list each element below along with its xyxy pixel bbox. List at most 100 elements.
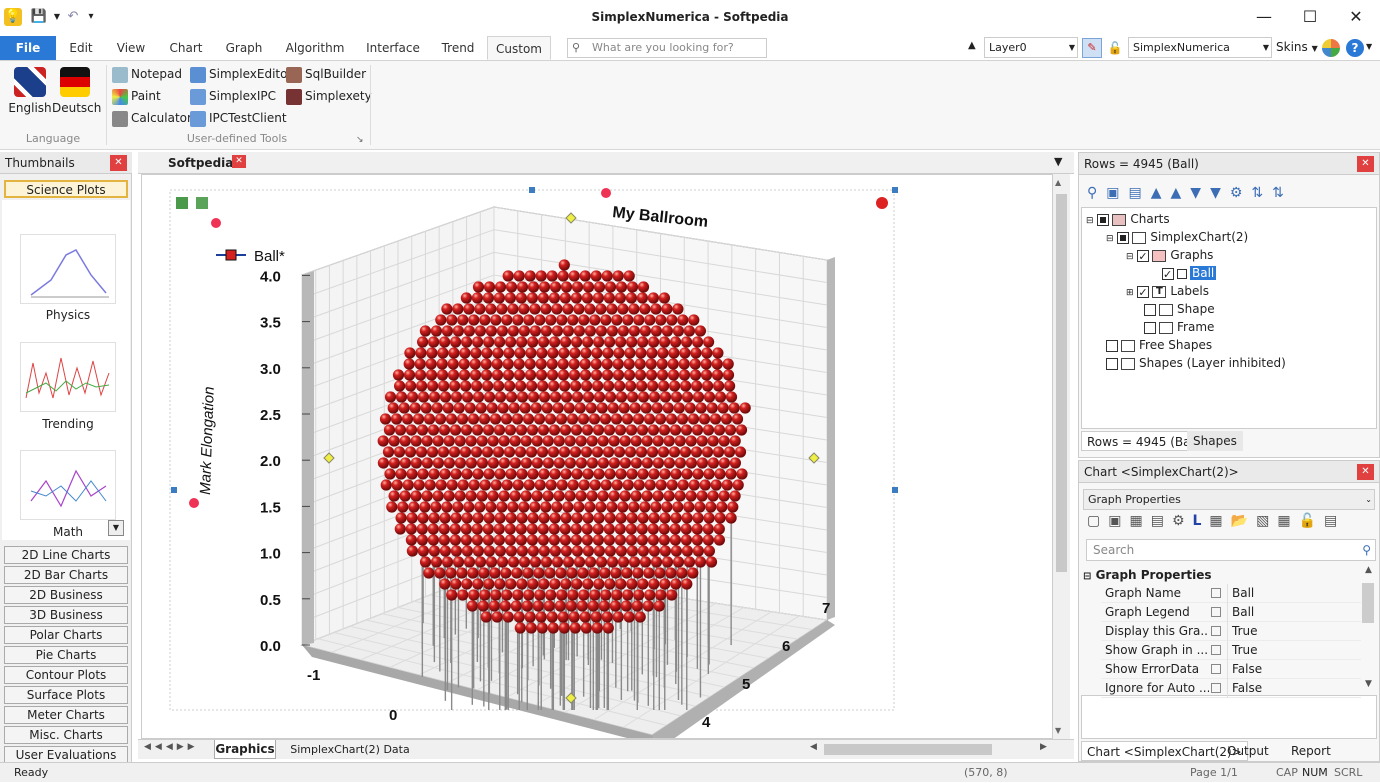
data-point[interactable] [428,336,439,347]
collapse-ribbon-icon[interactable]: ▲ [968,40,976,51]
data-point[interactable] [525,611,536,622]
data-point[interactable] [560,578,571,589]
data-point[interactable] [624,369,635,380]
data-point[interactable] [453,556,464,567]
data-point[interactable] [418,391,429,402]
tree-labels[interactable]: ⊞ TLabels [1126,282,1209,300]
data-point[interactable] [547,369,558,380]
scroll-right-icon[interactable]: ▶ [1040,742,1047,752]
data-point[interactable] [532,457,543,468]
data-point[interactable] [727,501,738,512]
data-point[interactable] [649,512,660,523]
data-point[interactable] [678,479,689,490]
data-point[interactable] [495,512,506,523]
data-point[interactable] [560,424,571,435]
data-point[interactable] [514,347,525,358]
data-point[interactable] [430,501,441,512]
data-point[interactable] [688,314,699,325]
data-point[interactable] [536,611,547,622]
data-point[interactable] [402,413,413,424]
data-point[interactable] [593,523,604,534]
data-point[interactable] [470,369,481,380]
data-point[interactable] [396,391,407,402]
data-point[interactable] [417,424,428,435]
data-point[interactable] [660,391,671,402]
data-point[interactable] [569,358,580,369]
data-point[interactable] [696,402,707,413]
data-point[interactable] [701,358,712,369]
data-point[interactable] [395,424,406,435]
data-point[interactable] [536,270,547,281]
data-point[interactable] [461,292,472,303]
data-point[interactable] [418,512,429,523]
data-point[interactable] [571,468,582,479]
data-point[interactable] [471,446,482,457]
data-point[interactable] [433,490,444,501]
data-point[interactable] [572,281,583,292]
close-icon[interactable]: ✕ [1357,156,1374,172]
data-point[interactable] [526,380,537,391]
data-point[interactable] [664,457,675,468]
data-point[interactable] [461,534,472,545]
data-point[interactable] [392,479,403,490]
data-point[interactable] [715,512,726,523]
category-button[interactable]: Meter Charts [4,706,128,724]
data-point[interactable] [591,270,602,281]
data-point[interactable] [675,457,686,468]
collapse-icon[interactable]: ⊟ [1083,571,1091,582]
data-point[interactable] [712,347,723,358]
data-point[interactable] [494,468,505,479]
data-point[interactable] [488,490,499,501]
data-point[interactable] [558,347,569,358]
data-point[interactable] [453,325,464,336]
data-point[interactable] [449,446,460,457]
data-point[interactable] [646,347,657,358]
data-point[interactable] [571,292,582,303]
data-point[interactable] [459,369,470,380]
data-point[interactable] [599,600,610,611]
data-point[interactable] [667,479,678,490]
data-point[interactable] [472,336,483,347]
data-point[interactable] [551,303,562,314]
data-point[interactable] [603,622,614,633]
data-point[interactable] [583,281,594,292]
move-down-icon[interactable]: ▼ [1190,185,1210,201]
data-point[interactable] [654,567,665,578]
data-point[interactable] [523,314,534,325]
data-point[interactable] [649,545,660,556]
data-point[interactable] [479,314,490,325]
data-point[interactable] [635,358,646,369]
axis-icon[interactable]: ▤ [1151,513,1172,529]
data-point[interactable] [726,512,737,523]
data-point[interactable] [448,347,459,358]
data-point[interactable] [441,303,452,314]
data-point[interactable] [670,336,681,347]
data-point[interactable] [595,501,606,512]
data-point[interactable] [383,446,394,457]
data-point[interactable] [604,336,615,347]
data-point[interactable] [428,534,439,545]
data-point[interactable] [388,402,399,413]
data-point[interactable] [475,325,486,336]
data-point[interactable] [547,347,558,358]
data-point[interactable] [519,325,530,336]
data-point[interactable] [589,413,600,424]
data-point[interactable] [471,380,482,391]
document-list-icon[interactable]: ▼ [1054,155,1062,168]
data-point[interactable] [611,314,622,325]
data-point[interactable] [658,446,669,457]
property-value[interactable]: Ball [1227,584,1357,603]
data-point[interactable] [648,292,659,303]
data-point[interactable] [600,589,611,600]
data-point[interactable] [514,270,525,281]
data-point[interactable] [450,534,461,545]
data-point[interactable] [556,314,567,325]
data-point[interactable] [461,578,472,589]
data-point[interactable] [574,325,585,336]
data-point[interactable] [538,336,549,347]
data-point[interactable] [435,413,446,424]
data-point[interactable] [532,490,543,501]
data-point[interactable] [516,578,527,589]
data-point[interactable] [539,281,550,292]
data-point[interactable] [656,479,667,490]
